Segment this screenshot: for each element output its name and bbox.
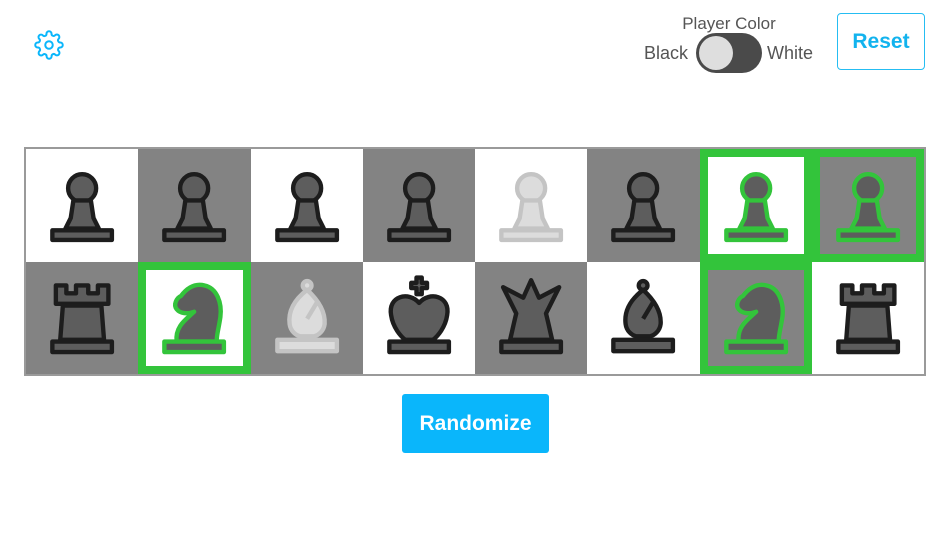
board-square[interactable]: [250, 149, 363, 262]
black-king-icon: [386, 274, 451, 354]
black-pawn-icon: [162, 172, 227, 243]
reset-button[interactable]: Reset: [837, 13, 925, 70]
board-square[interactable]: [26, 261, 139, 374]
black-rook-icon: [835, 282, 900, 354]
black-pawn-icon: [50, 172, 115, 243]
board-square[interactable]: [362, 261, 475, 374]
board-square[interactable]: [26, 149, 139, 262]
board-square[interactable]: [699, 261, 812, 374]
settings-button[interactable]: [26, 22, 72, 68]
gear-icon: [34, 30, 64, 60]
black-rook-icon: [50, 282, 115, 354]
player-color-toggle[interactable]: [696, 33, 762, 73]
black-queen-icon: [499, 277, 564, 354]
chess-board: [24, 147, 926, 376]
black-pawn-icon: [611, 172, 676, 243]
board-square[interactable]: [811, 261, 924, 374]
randomize-button[interactable]: Randomize: [402, 394, 549, 453]
black-knight-icon: [723, 282, 788, 354]
black-bishop-icon: [611, 278, 676, 353]
black-pawn-icon: [723, 172, 788, 243]
board-square[interactable]: [475, 149, 588, 262]
board-square[interactable]: [699, 149, 812, 262]
player-color-control: Player Color Black White: [640, 12, 820, 82]
white-pawn-icon: [499, 172, 564, 243]
black-pawn-icon: [386, 172, 451, 243]
board-square[interactable]: [587, 149, 700, 262]
board-square[interactable]: [587, 261, 700, 374]
board-square[interactable]: [250, 261, 363, 374]
toggle-knob: [699, 36, 733, 70]
board-square[interactable]: [811, 149, 924, 262]
black-pawn-icon: [274, 172, 339, 243]
black-pawn-icon: [835, 172, 900, 243]
white-bishop-icon: [274, 278, 339, 353]
board-square[interactable]: [362, 149, 475, 262]
black-knight-icon: [162, 282, 227, 354]
player-color-black-label: Black: [644, 43, 689, 63]
board-square[interactable]: [138, 149, 251, 262]
player-color-white-label: White: [767, 43, 814, 63]
board-square[interactable]: [138, 261, 251, 374]
player-color-title: Player Color: [682, 14, 776, 33]
board-square[interactable]: [475, 261, 588, 374]
